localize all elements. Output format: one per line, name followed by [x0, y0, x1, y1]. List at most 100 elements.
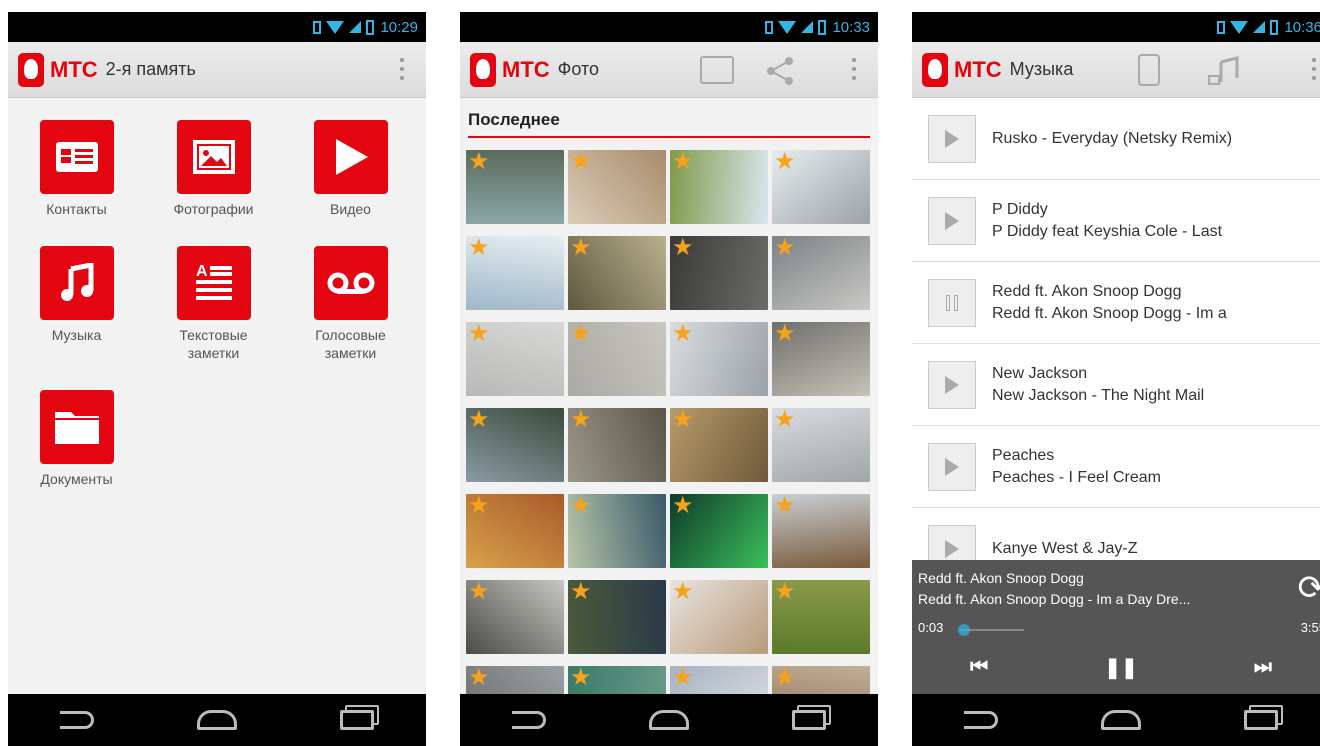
favorite-star-icon[interactable]: ★ [468, 494, 490, 518]
home-icon[interactable] [196, 710, 237, 730]
photo-thumbnail[interactable]: ★ [670, 580, 768, 654]
track-row[interactable]: P Diddy P Diddy feat Keyshia Cole - Last [912, 180, 1320, 262]
photo-thumbnail[interactable]: ★ [670, 408, 768, 482]
notification-icon [1217, 20, 1226, 34]
photo-thumbnail[interactable]: ★ [772, 150, 870, 224]
app-documents[interactable]: Документы [8, 390, 145, 488]
photo-thumbnail[interactable]: ★ [772, 408, 870, 482]
back-icon[interactable] [59, 711, 94, 729]
favorite-star-icon[interactable]: ★ [570, 236, 592, 260]
photo-thumbnail[interactable]: ★ [568, 236, 666, 310]
favorite-star-icon[interactable]: ★ [468, 150, 490, 174]
photo-thumbnail[interactable]: ★ [466, 408, 564, 482]
play-icon[interactable] [928, 442, 976, 491]
favorite-star-icon[interactable]: ★ [468, 580, 490, 604]
play-icon[interactable] [928, 196, 976, 245]
seek-knob[interactable] [958, 624, 970, 636]
favorite-star-icon[interactable]: ★ [570, 408, 592, 432]
photo-thumbnail[interactable]: ★ [772, 580, 870, 654]
favorite-star-icon[interactable]: ★ [774, 580, 796, 604]
music-source-icon[interactable] [1207, 56, 1241, 86]
photo-thumbnail[interactable]: ★ [772, 236, 870, 310]
previous-icon[interactable]: ⏮ [970, 656, 988, 679]
favorite-star-icon[interactable]: ★ [570, 580, 592, 604]
action-bar: МТС 2-я память [8, 42, 426, 98]
photo-thumbnail[interactable]: ★ [772, 494, 870, 568]
pause-icon[interactable]: ❚❚ [1104, 655, 1138, 680]
home-icon[interactable] [1100, 710, 1141, 730]
photo-thumbnail[interactable]: ★ [568, 580, 666, 654]
recent-apps-icon[interactable] [340, 710, 375, 730]
photo-thumbnail[interactable]: ★ [466, 494, 564, 568]
app-label: Голосовые заметки [315, 327, 386, 361]
pause-icon[interactable] [928, 278, 976, 327]
favorite-star-icon[interactable]: ★ [774, 236, 796, 260]
next-icon[interactable]: ⏭ [1254, 656, 1272, 679]
favorite-star-icon[interactable]: ★ [774, 408, 796, 432]
favorite-star-icon[interactable]: ★ [672, 322, 694, 346]
favorite-star-icon[interactable]: ★ [570, 666, 592, 690]
track-row[interactable]: Rusko - Everyday (Netsky Remix) [912, 98, 1320, 180]
favorite-star-icon[interactable]: ★ [672, 580, 694, 604]
play-icon[interactable] [928, 360, 976, 409]
app-video[interactable]: Видео [282, 120, 419, 218]
photo-thumbnail[interactable]: ★ [568, 494, 666, 568]
photo-thumbnail[interactable]: ★ [772, 322, 870, 396]
home-icon[interactable] [648, 710, 689, 730]
back-icon[interactable] [511, 711, 546, 729]
signal-icon [1253, 21, 1266, 33]
favorite-star-icon[interactable]: ★ [570, 494, 592, 518]
track-row[interactable]: New Jackson New Jackson - The Night Mail [912, 344, 1320, 426]
favorite-star-icon[interactable]: ★ [672, 666, 694, 690]
track-title: New Jackson - The Night Mail [992, 386, 1205, 404]
favorite-star-icon[interactable]: ★ [570, 150, 592, 174]
back-icon[interactable] [963, 711, 998, 729]
status-bar: 10:29 [8, 12, 426, 42]
photo-thumbnail[interactable]: ★ [670, 236, 768, 310]
repeat-icon[interactable]: ⟳ [1298, 568, 1320, 608]
overflow-menu-icon[interactable] [400, 58, 404, 80]
favorite-star-icon[interactable]: ★ [468, 408, 490, 432]
overflow-menu-icon[interactable] [852, 58, 856, 80]
track-row[interactable]: Redd ft. Akon Snoop Dogg Redd ft. Akon Sn… [912, 262, 1320, 344]
favorite-star-icon[interactable]: ★ [468, 666, 490, 690]
photo-thumbnail[interactable]: ★ [466, 580, 564, 654]
favorite-star-icon[interactable]: ★ [774, 666, 796, 690]
app-contacts[interactable]: Контакты [8, 120, 145, 218]
play-icon[interactable] [928, 114, 976, 163]
slideshow-icon[interactable] [700, 56, 734, 84]
photo-thumbnail[interactable]: ★ [670, 494, 768, 568]
photo-thumbnail[interactable]: ★ [670, 150, 768, 224]
photo-thumbnail[interactable]: ★ [466, 150, 564, 224]
share-icon[interactable] [765, 56, 795, 86]
device-icon[interactable] [1138, 54, 1160, 86]
app-text-notes[interactable]: A Текстовые заметки [145, 246, 282, 362]
recent-apps-icon[interactable] [792, 710, 827, 730]
favorite-star-icon[interactable]: ★ [774, 322, 796, 346]
mts-logo[interactable] [922, 52, 948, 87]
photo-thumbnail[interactable]: ★ [670, 322, 768, 396]
phone-screen-storage: 10:29 МТС 2-я память Контакты Фотографии… [8, 12, 426, 746]
photo-thumbnail[interactable]: ★ [568, 408, 666, 482]
favorite-star-icon[interactable]: ★ [672, 236, 694, 260]
favorite-star-icon[interactable]: ★ [672, 150, 694, 174]
track-row[interactable]: Peaches Peaches - I Feel Cream [912, 426, 1320, 508]
overflow-menu-icon[interactable] [1312, 58, 1316, 80]
app-photos[interactable]: Фотографии [145, 120, 282, 218]
favorite-star-icon[interactable]: ★ [468, 236, 490, 260]
favorite-star-icon[interactable]: ★ [774, 494, 796, 518]
photo-thumbnail[interactable]: ★ [568, 150, 666, 224]
photo-thumbnail[interactable]: ★ [466, 236, 564, 310]
favorite-star-icon[interactable]: ★ [468, 322, 490, 346]
track-title: P Diddy feat Keyshia Cole - Last [992, 222, 1223, 240]
favorite-star-icon[interactable]: ★ [570, 322, 592, 346]
photo-thumbnail[interactable]: ★ [568, 322, 666, 396]
favorite-star-icon[interactable]: ★ [672, 494, 694, 518]
favorite-star-icon[interactable]: ★ [774, 150, 796, 174]
app-voice-notes[interactable]: Голосовые заметки [282, 246, 419, 362]
app-music[interactable]: Музыка [8, 246, 145, 362]
favorite-star-icon[interactable]: ★ [672, 408, 694, 432]
photo-thumbnail[interactable]: ★ [466, 322, 564, 396]
recent-apps-icon[interactable] [1244, 710, 1279, 730]
mts-logo[interactable] [470, 52, 496, 87]
